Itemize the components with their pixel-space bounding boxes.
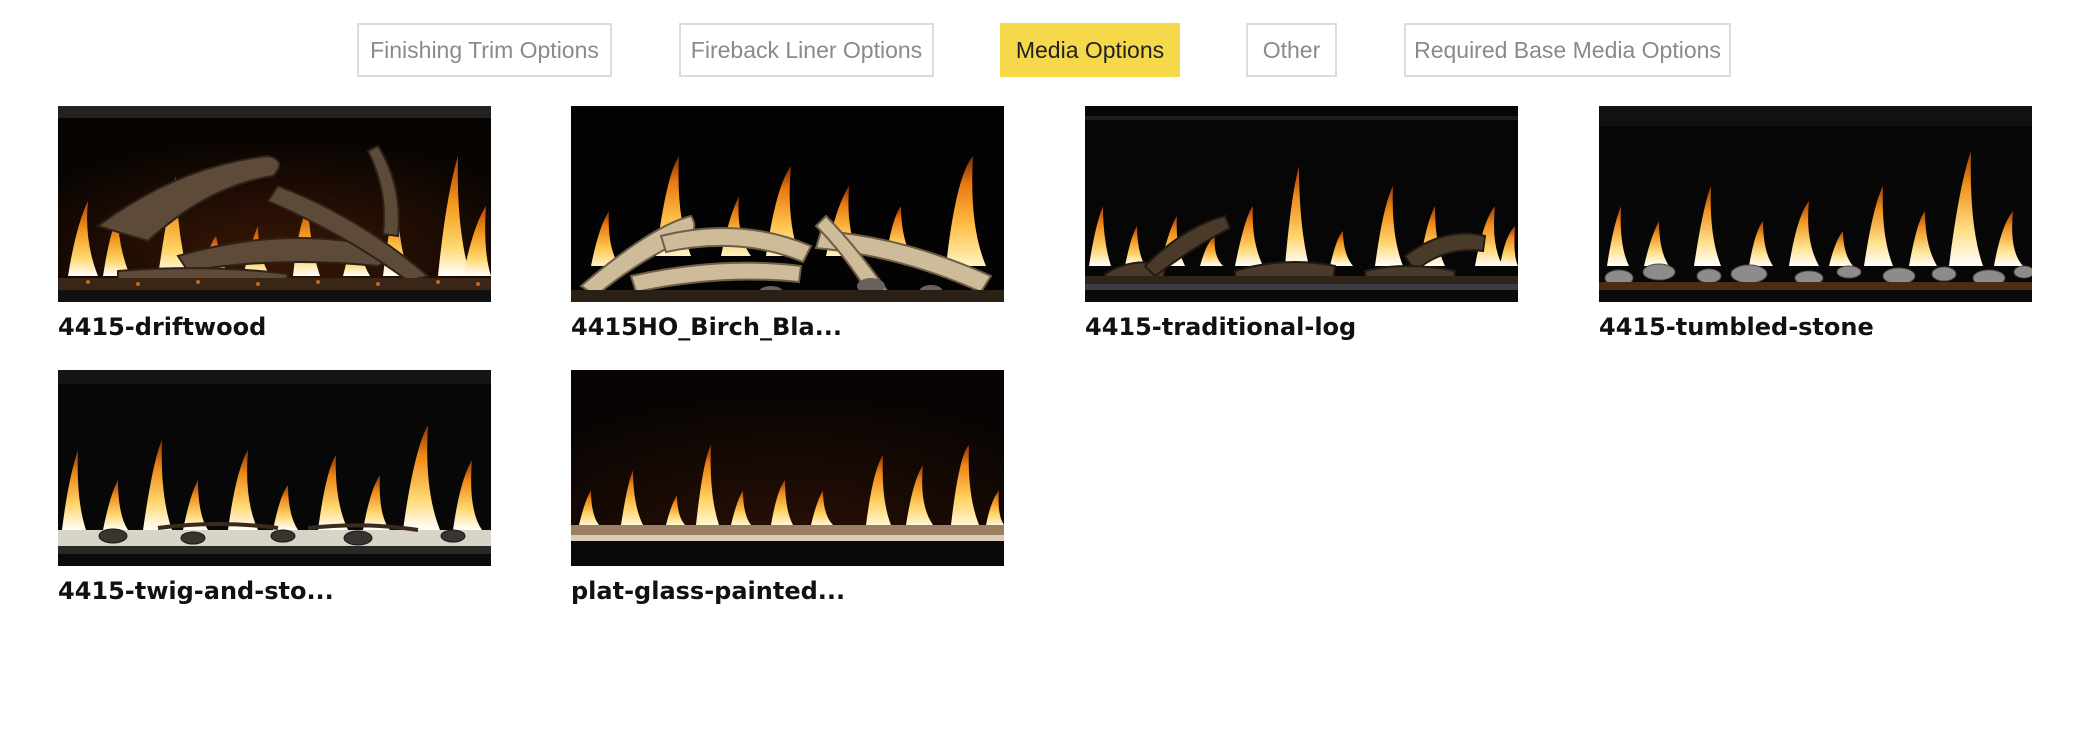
gallery-card[interactable]: 4415-tumbled-stone — [1599, 106, 2032, 344]
gallery-card-title[interactable]: plat-glass-painted... — [571, 574, 1004, 608]
fireplace-birch-logs-thumbnail[interactable] — [571, 106, 1004, 302]
gallery-card[interactable]: 4415-driftwood — [58, 106, 491, 344]
tab-fireback-liner-options[interactable]: Fireback Liner Options — [679, 23, 934, 77]
gallery-card[interactable]: 4415-twig-and-sto... — [58, 370, 491, 608]
fireplace-driftwood-thumbnail[interactable] — [58, 106, 491, 302]
media-category-tabs: Finishing Trim Options Fireback Liner Op… — [0, 23, 2076, 81]
tab-other[interactable]: Other — [1246, 23, 1337, 77]
gallery-card-title[interactable]: 4415-driftwood — [58, 310, 491, 344]
tab-required-base-media-options[interactable]: Required Base Media Options — [1404, 23, 1731, 77]
gallery-card-title[interactable]: 4415-twig-and-sto... — [58, 574, 491, 608]
gallery-card[interactable]: 4415-traditional-log — [1085, 106, 1518, 344]
gallery-card-title[interactable]: 4415-tumbled-stone — [1599, 310, 2032, 344]
fireplace-tumbled-stone-thumbnail[interactable] — [1599, 106, 2032, 302]
tab-finishing-trim-options[interactable]: Finishing Trim Options — [357, 23, 612, 77]
gallery-card[interactable]: plat-glass-painted... — [571, 370, 1004, 608]
gallery-card-title[interactable]: 4415-traditional-log — [1085, 310, 1518, 344]
fireplace-twig-and-stone-thumbnail[interactable] — [58, 370, 491, 566]
fireplace-traditional-log-thumbnail[interactable] — [1085, 106, 1518, 302]
tab-media-options[interactable]: Media Options — [1000, 23, 1180, 77]
gallery-card[interactable]: 4415HO_Birch_Bla... — [571, 106, 1004, 344]
fireplace-glass-thumbnail[interactable] — [571, 370, 1004, 566]
gallery-card-title[interactable]: 4415HO_Birch_Bla... — [571, 310, 1004, 344]
